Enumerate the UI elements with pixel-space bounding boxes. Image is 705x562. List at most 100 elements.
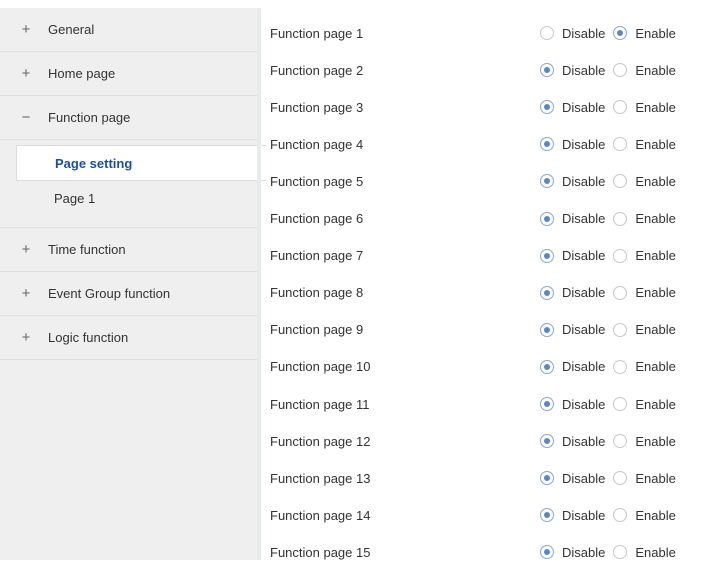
radio-unchecked-icon[interactable] (613, 63, 628, 78)
setting-row: Function page 13 Disable Enable (270, 468, 700, 488)
setting-label: Function page 4 (270, 136, 364, 152)
radio-unchecked-icon[interactable] (613, 100, 628, 115)
radio-unchecked-icon[interactable] (613, 285, 628, 300)
enable-option[interactable]: Enable (613, 62, 676, 78)
expand-plus-icon[interactable]: + (20, 65, 32, 82)
radio-unchecked-icon[interactable] (613, 174, 628, 189)
radio-checked-icon[interactable] (540, 322, 554, 337)
radio-checked-icon[interactable] (540, 137, 554, 152)
setting-label: Function page 8 (270, 285, 364, 301)
sidebar-item-logic-function[interactable]: + Logic function (0, 316, 257, 360)
disable-label: Disable (562, 99, 606, 115)
expand-plus-icon[interactable]: + (20, 21, 32, 38)
setting-row: Function page 4 Disable Enable (270, 134, 700, 154)
sidebar-item-home-page[interactable]: + Home page (0, 52, 257, 96)
expand-plus-icon[interactable]: + (20, 241, 32, 258)
radio-unchecked-icon[interactable] (613, 471, 628, 486)
radio-checked-icon[interactable] (540, 508, 554, 523)
enable-option[interactable]: Enable (613, 545, 676, 560)
setting-label: Function page 15 (270, 544, 371, 560)
disable-option[interactable]: Disable (540, 137, 605, 152)
enable-disable-radio-group: Disable Enable (540, 171, 684, 191)
enable-option[interactable]: Enable (613, 211, 676, 226)
radio-checked-icon[interactable] (540, 211, 554, 226)
disable-label: Disable (562, 507, 606, 523)
radio-unchecked-icon[interactable] (613, 248, 628, 263)
radio-checked-icon[interactable] (540, 174, 554, 189)
enable-option[interactable]: Enable (613, 434, 676, 449)
disable-option[interactable]: Disable (540, 359, 605, 374)
enable-option[interactable]: Enable (613, 359, 676, 374)
enable-disable-radio-group: Disable Enable (540, 209, 684, 229)
enable-disable-radio-group: Disable Enable (540, 60, 684, 80)
sidebar-item-event-group-function[interactable]: + Event Group function (0, 272, 257, 316)
enable-label: Enable (635, 470, 676, 486)
radio-checked-icon[interactable] (540, 397, 554, 411)
disable-option[interactable]: Disable (540, 26, 605, 41)
radio-checked-icon[interactable] (540, 100, 554, 115)
enable-disable-radio-group: Disable Enable (540, 23, 684, 43)
disable-option[interactable]: Disable (540, 508, 605, 523)
radio-unchecked-icon[interactable] (613, 508, 628, 523)
enable-option[interactable]: Enable (613, 285, 676, 300)
expand-plus-icon[interactable]: + (20, 329, 32, 346)
enable-option[interactable]: Enable (613, 25, 676, 41)
enable-disable-radio-group: Disable Enable (540, 320, 684, 340)
enable-label: Enable (635, 25, 676, 41)
enable-option[interactable]: Enable (613, 248, 676, 263)
radio-unchecked-icon[interactable] (613, 434, 628, 449)
disable-option[interactable]: Disable (540, 545, 605, 560)
sidebar-subitem-page-setting[interactable]: Page setting (16, 145, 266, 181)
enable-option[interactable]: Enable (613, 174, 676, 189)
enable-label: Enable (635, 62, 676, 78)
radio-checked-icon[interactable] (540, 359, 554, 374)
disable-option[interactable]: Disable (540, 322, 605, 337)
enable-disable-radio-group: Disable Enable (540, 97, 684, 117)
radio-unchecked-icon[interactable] (613, 545, 628, 560)
radio-unchecked-icon[interactable] (613, 322, 628, 337)
disable-option[interactable]: Disable (540, 248, 605, 263)
disable-option[interactable]: Disable (540, 434, 605, 449)
radio-unchecked-icon[interactable] (613, 359, 628, 374)
radio-unchecked-icon[interactable] (613, 137, 628, 152)
disable-label: Disable (562, 433, 606, 449)
sidebar-subitem-page-1[interactable]: Page 1 (16, 187, 266, 209)
enable-label: Enable (635, 507, 676, 523)
radio-checked-icon[interactable] (540, 545, 554, 560)
enable-option[interactable]: Enable (613, 507, 676, 523)
disable-option[interactable]: Disable (540, 285, 605, 300)
disable-label: Disable (562, 359, 606, 375)
radio-checked-icon[interactable] (540, 285, 554, 300)
sidebar-item-function-page[interactable]: − Function page (0, 96, 257, 140)
radio-checked-icon[interactable] (540, 63, 554, 78)
radio-unchecked-icon[interactable] (540, 26, 554, 40)
enable-option[interactable]: Enable (613, 470, 676, 486)
radio-unchecked-icon[interactable] (613, 397, 628, 411)
function-page-subitems: Page setting Page 1 (0, 140, 266, 228)
disable-option[interactable]: Disable (540, 174, 605, 189)
sidebar-item-label: Function page (48, 110, 131, 125)
disable-option[interactable]: Disable (540, 471, 605, 486)
setting-label: Function page 7 (270, 248, 364, 264)
enable-option[interactable]: Enable (613, 397, 676, 412)
collapse-minus-icon[interactable]: − (20, 109, 32, 126)
radio-checked-icon[interactable] (540, 248, 554, 263)
disable-label: Disable (562, 470, 606, 486)
disable-option[interactable]: Disable (540, 63, 605, 78)
disable-option[interactable]: Disable (540, 397, 605, 412)
disable-option[interactable]: Disable (540, 100, 605, 115)
enable-option[interactable]: Enable (613, 137, 676, 152)
sidebar-item-time-function[interactable]: + Time function (0, 228, 257, 272)
enable-option[interactable]: Enable (613, 322, 676, 337)
radio-checked-icon[interactable] (540, 434, 554, 449)
radio-unchecked-icon[interactable] (613, 211, 628, 226)
enable-option[interactable]: Enable (613, 100, 676, 115)
setting-row: Function page 11 Disable Enable (270, 394, 700, 414)
expand-plus-icon[interactable]: + (20, 285, 32, 302)
disable-option[interactable]: Disable (540, 211, 605, 226)
setting-label: Function page 2 (270, 62, 364, 78)
panel-divider[interactable] (257, 8, 261, 560)
sidebar-item-general[interactable]: + General (0, 8, 257, 52)
radio-checked-icon[interactable] (540, 471, 554, 486)
radio-checked-icon[interactable] (613, 26, 628, 40)
